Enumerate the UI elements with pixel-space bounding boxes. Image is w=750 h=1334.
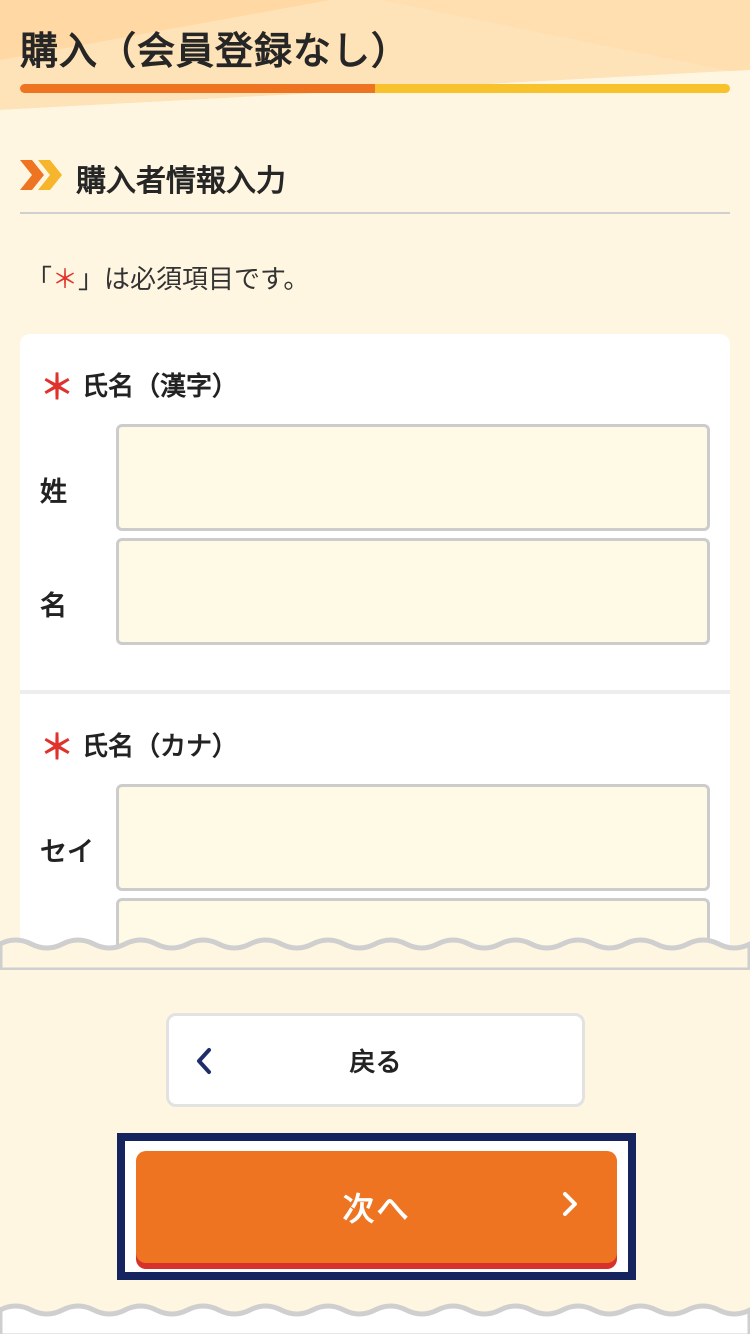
next-button[interactable]: 次へ <box>136 1151 617 1263</box>
name-kanji-label-text: 氏名（漢字） <box>82 372 239 402</box>
progress-bar <box>20 84 730 93</box>
required-note-prefix: 「 <box>26 265 53 295</box>
last-name-kanji-input[interactable] <box>116 424 710 531</box>
name-kana-label-text: 氏名（カナ） <box>82 732 239 762</box>
required-star: ＊ <box>40 728 74 768</box>
first-name-kanji-input[interactable] <box>116 538 710 645</box>
last-name-kana-label: セイ <box>40 837 94 868</box>
section-title: 購入者情報入力 <box>76 164 286 199</box>
name-kanji-label: ＊ 氏名（漢字） <box>40 360 238 409</box>
progress-bar-fill <box>20 84 375 93</box>
double-chevron-right-icon <box>20 160 62 190</box>
back-button[interactable]: 戻る <box>166 1013 585 1107</box>
page-header: 購入（会員登録なし） <box>0 0 750 110</box>
wavy-divider <box>0 937 750 970</box>
required-fields-note: 「＊」は必須項目です。 <box>26 259 309 296</box>
name-kanji-group: ＊ 氏名（漢字） 姓 名 <box>20 334 730 690</box>
next-button-label: 次へ <box>342 1190 411 1228</box>
chevron-right-icon <box>563 1192 577 1216</box>
wavy-divider-bottom <box>0 1303 750 1334</box>
section-header: 購入者情報入力 <box>20 150 730 214</box>
back-button-label: 戻る <box>349 1047 402 1078</box>
form-card: ＊ 氏名（漢字） 姓 名 ＊ 氏名（カナ） セイ <box>20 334 730 974</box>
required-star: ＊ <box>40 368 74 408</box>
name-kana-label: ＊ 氏名（カナ） <box>40 720 238 769</box>
first-name-label: 名 <box>40 591 67 622</box>
last-name-kana-input[interactable] <box>116 784 710 891</box>
required-star: ＊ <box>52 265 79 295</box>
focus-highlight-frame: 次へ <box>117 1133 636 1280</box>
section-divider <box>20 212 730 214</box>
page-title: 購入（会員登録なし） <box>20 29 411 73</box>
required-note-suffix: 」は必須項目です。 <box>78 265 310 295</box>
last-name-label: 姓 <box>40 477 67 508</box>
